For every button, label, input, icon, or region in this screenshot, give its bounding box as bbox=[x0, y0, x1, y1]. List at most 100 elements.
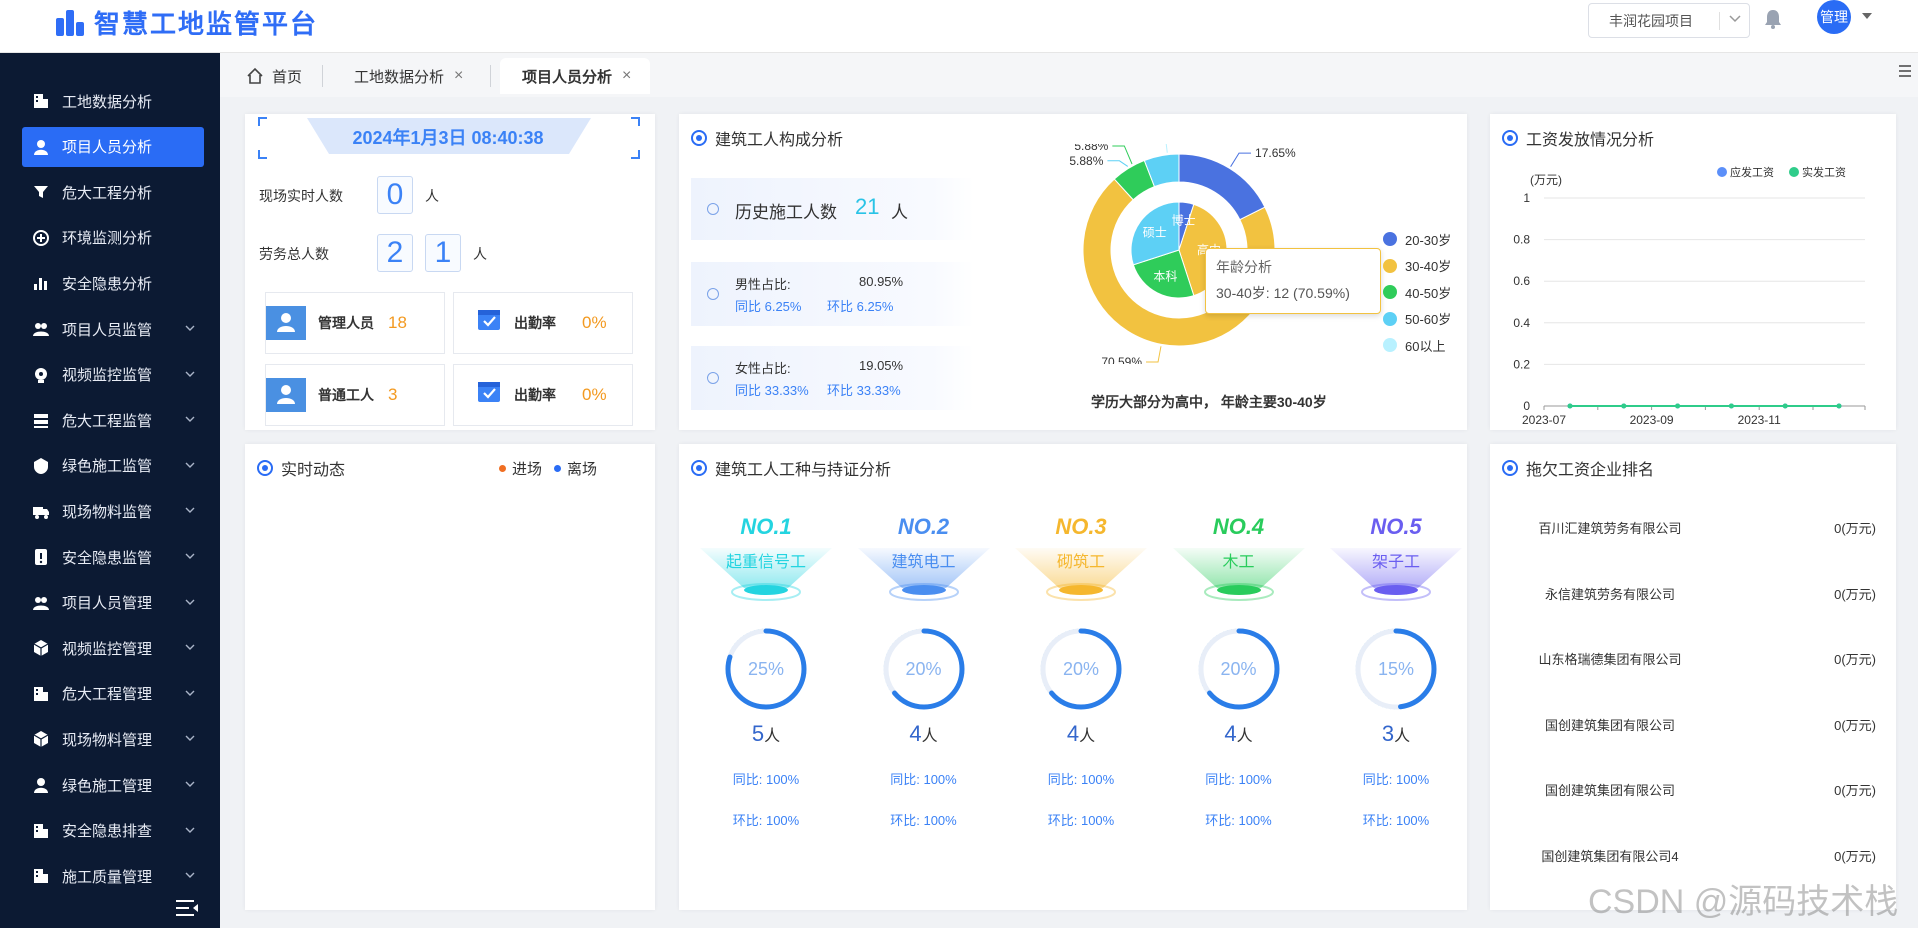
data-point[interactable] bbox=[1675, 403, 1681, 409]
tab-label: 首页 bbox=[272, 68, 303, 86]
sidebar-item-label: 现场物料监管 bbox=[62, 503, 153, 521]
arrears-row[interactable]: 百川汇建筑劳务有限公司 0(万元) bbox=[1510, 518, 1876, 537]
trade-rank: NO.3 bbox=[1055, 514, 1107, 539]
legend-item[interactable]: 60以上 bbox=[1383, 332, 1451, 359]
sidebar-item-18[interactable]: 施工质量管理 bbox=[22, 856, 204, 896]
tooltip-title: 年龄分析 bbox=[1216, 259, 1272, 275]
stat-value: 0% bbox=[582, 385, 607, 404]
x-tick-label: 2023-07 bbox=[1522, 413, 1566, 426]
sidebar-item-14[interactable]: 危大工程管理 bbox=[22, 674, 204, 714]
history-value: 21 bbox=[855, 194, 880, 219]
sidebar-item-15[interactable]: 现场物料管理 bbox=[22, 719, 204, 759]
arrears-row[interactable]: 山东格瑞德集团有限公司 0(万元) bbox=[1510, 649, 1876, 668]
close-icon[interactable]: × bbox=[622, 67, 631, 85]
trade-yoy: 同比: 100% bbox=[890, 772, 957, 787]
sidebar-item-9[interactable]: 绿色施工监管 bbox=[22, 446, 204, 486]
cube-icon bbox=[33, 640, 49, 657]
out-dot bbox=[554, 465, 562, 472]
onsite-count-unit: 人 bbox=[425, 188, 439, 204]
sidebar-item-2[interactable]: 项目人员分析 bbox=[22, 126, 204, 167]
labor-total-digit: 2 bbox=[377, 234, 413, 272]
user-avatar[interactable]: 管理 bbox=[1817, 0, 1851, 34]
legend-swatch bbox=[1383, 311, 1397, 326]
app-logo[interactable]: 智慧工地监管平台 bbox=[52, 4, 318, 41]
data-point[interactable] bbox=[1621, 403, 1627, 409]
sidebar: 工地数据分析 项目人员分析 危大工程分析 环境监测分析安全隐患分析项目人员监管 视频监控… bbox=[0, 53, 220, 928]
project-select[interactable]: 丰润花园项目 bbox=[1588, 3, 1750, 38]
menu-icon[interactable] bbox=[1898, 64, 1912, 78]
sidebar-item-5[interactable]: 安全隐患分析 bbox=[22, 263, 204, 303]
arrears-row[interactable]: 国创建筑集团有限公司 0(万元) bbox=[1510, 780, 1876, 799]
tab-home[interactable]: 首页 bbox=[246, 58, 326, 94]
panel-title: 拖欠工资企业排名 bbox=[1526, 462, 1655, 479]
male-yoy: 同比 6.25% bbox=[735, 299, 802, 314]
spotlight-icon bbox=[700, 548, 832, 601]
age-slice-label: 70.59% bbox=[1101, 355, 1142, 364]
sidebar-item-label: 绿色施工监管 bbox=[62, 458, 153, 476]
tab-site-data[interactable]: 工地数据分析 × bbox=[354, 58, 494, 94]
trade-percentage: 20% bbox=[1220, 658, 1257, 679]
data-point[interactable] bbox=[1728, 403, 1734, 409]
arrears-row[interactable]: 国创建筑集团有限公司4 0(万元) bbox=[1510, 846, 1876, 865]
person-icon bbox=[34, 139, 48, 155]
stack-icon bbox=[34, 414, 48, 429]
legend-item[interactable]: 30-40岁 bbox=[1383, 253, 1451, 280]
data-point[interactable] bbox=[1836, 403, 1842, 409]
sidebar-item-label: 安全隐患分析 bbox=[62, 275, 153, 293]
data-point[interactable] bbox=[1567, 403, 1573, 409]
circle-icon bbox=[707, 203, 719, 215]
current-datetime: 2024年1月3日 08:40:38 bbox=[352, 128, 544, 148]
sidebar-item-17[interactable]: 安全隐患排查 bbox=[22, 811, 204, 851]
sidebar-item-10[interactable]: 现场物料监管 bbox=[22, 491, 204, 531]
stat-label: 普通工人 bbox=[318, 387, 374, 403]
data-point[interactable] bbox=[1782, 403, 1788, 409]
onsite-count-label: 现场实时人数 bbox=[259, 188, 343, 204]
legend-item[interactable]: 50-60岁 bbox=[1383, 306, 1451, 333]
close-icon[interactable]: × bbox=[454, 67, 463, 85]
sidebar-item-16[interactable]: 绿色施工管理 bbox=[22, 765, 204, 805]
target-icon bbox=[691, 130, 707, 146]
tab-personnel-analysis[interactable]: 项目人员分析 × bbox=[500, 58, 650, 94]
chevron-down-icon bbox=[185, 416, 195, 423]
male-mom: 环比 6.25% bbox=[827, 299, 894, 314]
trade-count: 5 bbox=[751, 721, 765, 746]
sidebar-item-4[interactable]: 环境监测分析 bbox=[22, 218, 204, 258]
sidebar-item-8[interactable]: 危大工程监管 bbox=[22, 400, 204, 440]
sidebar-item-13[interactable]: 视频监控管理 bbox=[22, 628, 204, 668]
caret-down-icon[interactable] bbox=[1860, 10, 1874, 22]
tab-label: 项目人员分析 bbox=[522, 68, 613, 86]
chevron-down-icon bbox=[185, 507, 195, 514]
target-icon bbox=[1502, 460, 1518, 476]
sidebar-item-11[interactable]: 安全隐患监管 bbox=[22, 537, 204, 577]
history-unit: 人 bbox=[891, 203, 908, 222]
sidebar-item-6[interactable]: 项目人员监管 bbox=[22, 309, 204, 349]
trade-rank: NO.1 bbox=[740, 514, 792, 539]
arrears-panel: 拖欠工资企业排名 百川汇建筑劳务有限公司 0(万元) 永信建筑劳务有限公司 0(万元)… bbox=[1490, 444, 1896, 910]
legend-item[interactable]: 40-50岁 bbox=[1383, 279, 1451, 306]
y-tick-label: 0.4 bbox=[1513, 316, 1530, 330]
sidebar-item-12[interactable]: 项目人员管理 bbox=[22, 583, 204, 623]
circle-icon bbox=[707, 372, 719, 384]
sidebar-item-7[interactable]: 视频监控监管 bbox=[22, 355, 204, 395]
stat-worker-attendance: 出勤率 0% bbox=[453, 364, 633, 426]
chart-tooltip: 年龄分析 30-40岁: 12 (70.59%) bbox=[1205, 248, 1381, 314]
age-legend: 20-30岁 30-40岁 40-50岁 50-60岁 60以上 bbox=[1383, 226, 1451, 359]
chevron-down-icon bbox=[185, 872, 195, 879]
collapse-menu-icon[interactable] bbox=[174, 898, 200, 918]
trades-panel: 建筑工人工种与持证分析 NO.1起重信号工25%5人同比: 100%环比: 10… bbox=[679, 444, 1467, 910]
chevron-down-icon bbox=[185, 827, 195, 833]
arrears-row[interactable]: 永信建筑劳务有限公司 0(万元) bbox=[1510, 584, 1876, 603]
legend-item[interactable]: 20-30岁 bbox=[1383, 226, 1451, 253]
y-tick-label: 0.8 bbox=[1513, 233, 1530, 247]
trade-rank: NO.5 bbox=[1370, 514, 1422, 539]
trade-count: 3 bbox=[1381, 721, 1395, 746]
bar-icon bbox=[34, 278, 47, 291]
shield-icon bbox=[34, 457, 48, 474]
age-slice-label: 17.65% bbox=[1255, 146, 1296, 160]
trade-column: NO.3砌筑工20%4人同比: 100%环比: 100% bbox=[1006, 514, 1156, 829]
sidebar-item-3[interactable]: 危大工程分析 bbox=[22, 172, 204, 212]
bell-icon[interactable] bbox=[1762, 8, 1784, 30]
arrears-row[interactable]: 国创建筑集团有限公司 0(万元) bbox=[1510, 715, 1876, 734]
sidebar-item-1[interactable]: 工地数据分析 bbox=[22, 81, 204, 121]
building-icon bbox=[34, 686, 48, 701]
